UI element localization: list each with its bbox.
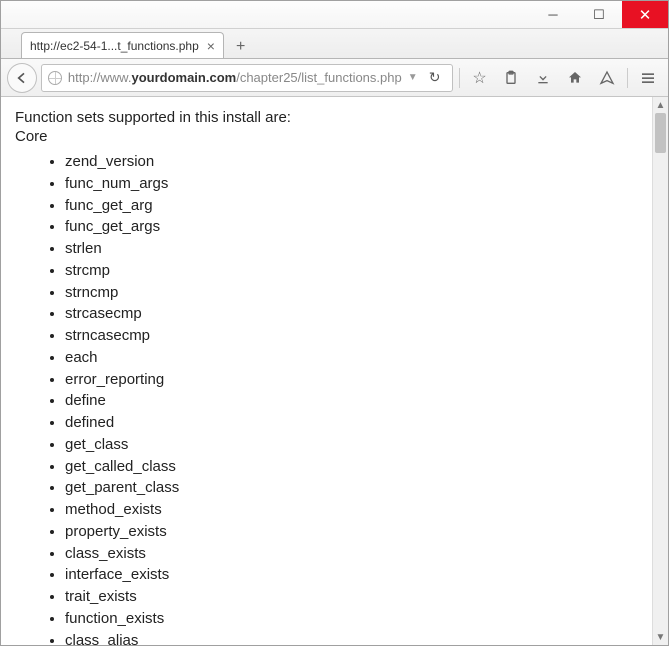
list-item: func_get_arg xyxy=(65,195,638,217)
new-tab-button[interactable]: + xyxy=(230,36,251,58)
globe-icon xyxy=(48,71,62,85)
page-content: Function sets supported in this install … xyxy=(1,97,652,645)
bookmark-star-icon[interactable]: ☆ xyxy=(466,64,494,92)
vertical-scrollbar[interactable]: ▲ ▼ xyxy=(652,97,668,645)
list-item: method_exists xyxy=(65,499,638,521)
list-item: func_get_args xyxy=(65,216,638,238)
list-item: function_exists xyxy=(65,608,638,630)
downloads-icon[interactable] xyxy=(529,64,557,92)
browser-tab[interactable]: http://ec2-54-1...t_functions.php × xyxy=(21,32,224,58)
page-heading: Function sets supported in this install … xyxy=(15,109,638,126)
browser-window: ─ ☐ ✕ http://ec2-54-1...t_functions.php … xyxy=(0,0,669,646)
list-item: each xyxy=(65,347,638,369)
reload-button[interactable]: ↻ xyxy=(424,69,446,86)
history-dropdown-icon[interactable]: ▼ xyxy=(408,72,418,83)
toolbar-separator xyxy=(459,68,460,88)
tab-bar: http://ec2-54-1...t_functions.php × + xyxy=(1,29,668,59)
list-item: zend_version xyxy=(65,151,638,173)
list-item: strlen xyxy=(65,238,638,260)
list-item: property_exists xyxy=(65,521,638,543)
tab-title: http://ec2-54-1...t_functions.php xyxy=(30,39,199,53)
list-item: strcasecmp xyxy=(65,303,638,325)
menu-icon[interactable] xyxy=(634,64,662,92)
scroll-thumb[interactable] xyxy=(655,113,666,153)
window-titlebar: ─ ☐ ✕ xyxy=(1,1,668,29)
toolbar-separator xyxy=(627,68,628,88)
send-icon[interactable] xyxy=(593,64,621,92)
list-item: strcmp xyxy=(65,260,638,282)
list-item: interface_exists xyxy=(65,564,638,586)
scroll-down-arrow[interactable]: ▼ xyxy=(653,629,668,645)
list-item: defined xyxy=(65,412,638,434)
tab-close-icon[interactable]: × xyxy=(207,38,215,54)
list-item: func_num_args xyxy=(65,173,638,195)
list-item: class_alias xyxy=(65,630,638,646)
maximize-button[interactable]: ☐ xyxy=(576,1,622,28)
content-area: Function sets supported in this install … xyxy=(1,97,668,645)
list-item: strncasecmp xyxy=(65,325,638,347)
clipboard-icon[interactable] xyxy=(498,64,526,92)
list-item: error_reporting xyxy=(65,369,638,391)
nav-toolbar: http://www.yourdomain.com/chapter25/list… xyxy=(1,59,668,97)
list-item: get_parent_class xyxy=(65,477,638,499)
list-item: define xyxy=(65,390,638,412)
back-button[interactable] xyxy=(7,63,37,93)
function-set-name: Core xyxy=(15,128,638,145)
minimize-button[interactable]: ─ xyxy=(530,1,576,28)
url-text: http://www.yourdomain.com/chapter25/list… xyxy=(68,70,402,85)
home-icon[interactable] xyxy=(561,64,589,92)
address-bar[interactable]: http://www.yourdomain.com/chapter25/list… xyxy=(41,64,453,92)
list-item: strncmp xyxy=(65,282,638,304)
list-item: get_class xyxy=(65,434,638,456)
function-list: zend_versionfunc_num_argsfunc_get_argfun… xyxy=(15,151,638,645)
list-item: trait_exists xyxy=(65,586,638,608)
list-item: class_exists xyxy=(65,543,638,565)
list-item: get_called_class xyxy=(65,456,638,478)
close-button[interactable]: ✕ xyxy=(622,1,668,28)
scroll-up-arrow[interactable]: ▲ xyxy=(653,97,668,113)
